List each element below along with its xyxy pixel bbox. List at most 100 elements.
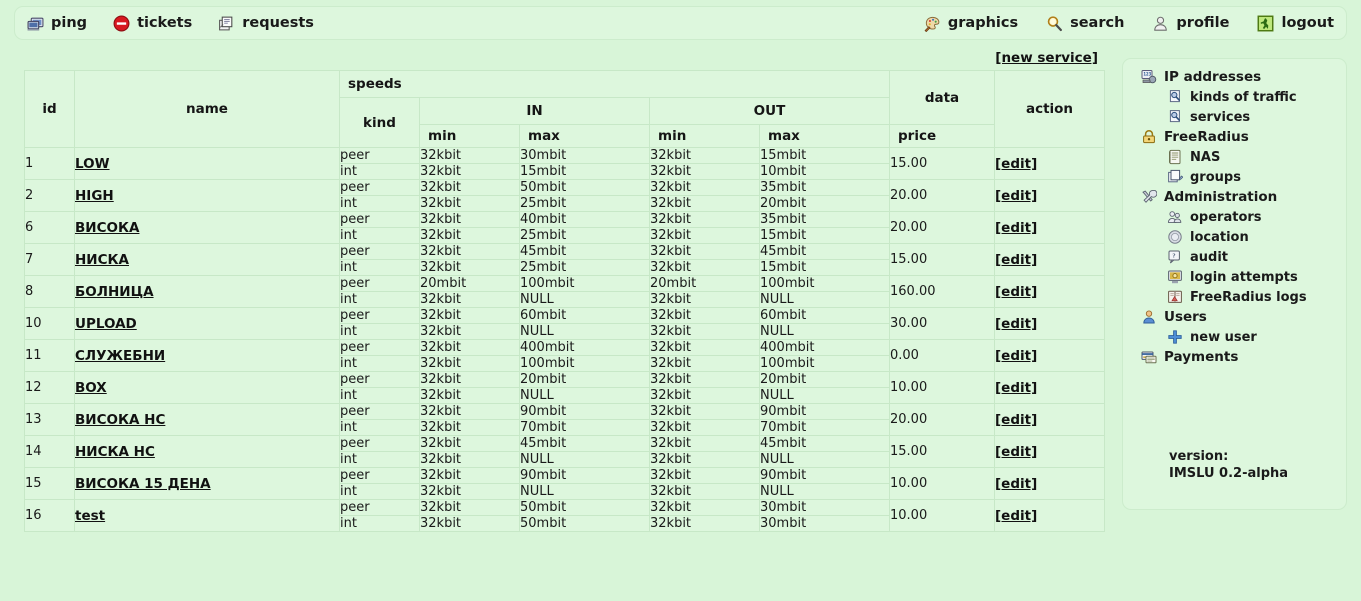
edit-link[interactable]: [edit] xyxy=(995,220,1037,236)
edit-link[interactable]: [edit] xyxy=(995,316,1037,332)
service-name-link[interactable]: test xyxy=(75,508,105,524)
col-header-id[interactable]: id xyxy=(24,70,75,148)
audit-icon: ? xyxy=(1167,249,1183,265)
cell-in-max: NULL xyxy=(519,323,650,340)
sidebar-item-label: Administration xyxy=(1164,189,1278,205)
service-name-link[interactable]: НИСКА xyxy=(75,252,129,268)
person-icon xyxy=(1152,15,1169,32)
sidebar-item-users[interactable]: Users xyxy=(1123,307,1346,327)
sidebar-item-services[interactable]: services xyxy=(1123,107,1346,127)
edit-link[interactable]: [edit] xyxy=(995,188,1037,204)
cell-price: 15.00 xyxy=(889,243,995,276)
service-name-link[interactable]: НИСКА НС xyxy=(75,444,155,460)
sidebar-item-login-attempts[interactable]: login attempts xyxy=(1123,267,1346,287)
cell-name: НИСКА xyxy=(74,243,340,276)
nav-item-graphics-label: graphics xyxy=(947,15,1019,31)
col-header-in-max[interactable]: max xyxy=(519,124,650,148)
edit-link[interactable]: [edit] xyxy=(995,412,1037,428)
sidebar-item-ip-addresses[interactable]: 123 IP addresses xyxy=(1123,67,1346,87)
edit-link[interactable]: [edit] xyxy=(995,156,1037,172)
cell-out-min: 32kbit xyxy=(649,355,760,372)
magnifier-icon xyxy=(1046,15,1063,32)
sidebar-item-administration[interactable]: Administration xyxy=(1123,187,1346,207)
nav-item-ping[interactable]: ping xyxy=(27,15,87,32)
table-row: 13 ВИСОКА НС peer 32kbit 90mbit 32kbit 90mbit 2… xyxy=(24,403,1105,436)
cell-in-min: 32kbit xyxy=(419,435,520,452)
cell-action: [edit] xyxy=(994,499,1105,532)
nav-item-requests[interactable]: requests xyxy=(218,15,314,32)
cell-out-max: 30mbit xyxy=(759,515,890,532)
cell-kind: peer xyxy=(339,275,420,292)
sidebar-item-nas[interactable]: NAS xyxy=(1123,147,1346,167)
sidebar-item-audit[interactable]: ? audit xyxy=(1123,247,1346,267)
col-header-price[interactable]: price xyxy=(889,124,995,148)
ip-addresses-icon: 123 xyxy=(1141,69,1157,85)
service-name-link[interactable]: BOX xyxy=(75,380,107,396)
sidebar-item-operators[interactable]: operators xyxy=(1123,207,1346,227)
cell-in-min: 32kbit xyxy=(419,419,520,436)
nav-item-tickets[interactable]: tickets xyxy=(113,15,192,32)
cell-kind: peer xyxy=(339,211,420,228)
svg-text:?: ? xyxy=(1172,252,1175,259)
col-header-out-min[interactable]: min xyxy=(649,124,760,148)
cell-out-min: 32kbit xyxy=(649,515,760,532)
cell-in-min: 32kbit xyxy=(419,451,520,468)
edit-link[interactable]: [edit] xyxy=(995,252,1037,268)
service-name-link[interactable]: ВИСОКА xyxy=(75,220,139,236)
sidebar-item-freeradius-logs[interactable]: FreeRadius logs xyxy=(1123,287,1346,307)
tools-icon xyxy=(1141,189,1158,205)
login-attempts-icon xyxy=(1167,269,1183,285)
edit-link[interactable]: [edit] xyxy=(995,476,1037,492)
cell-out-min: 32kbit xyxy=(649,243,760,260)
cell-kind: peer xyxy=(339,403,420,420)
sidebar-item-kinds-of-traffic[interactable]: kinds of traffic xyxy=(1123,87,1346,107)
edit-link[interactable]: [edit] xyxy=(995,348,1037,364)
cell-out-min: 32kbit xyxy=(649,323,760,340)
col-header-in-min[interactable]: min xyxy=(419,124,520,148)
col-header-data: data xyxy=(889,70,995,125)
cell-out-min: 32kbit xyxy=(649,483,760,500)
cell-out-min: 32kbit xyxy=(649,163,760,180)
nav-item-search[interactable]: search xyxy=(1046,15,1124,32)
service-name-link[interactable]: ВИСОКА НС xyxy=(75,412,165,428)
sidebar-item-payments[interactable]: Payments xyxy=(1123,347,1346,367)
service-name-link[interactable]: БОЛНИЦА xyxy=(75,284,154,300)
table-row: 6 ВИСОКА peer 32kbit 40mbit 32kbit 35mbit 20.00… xyxy=(24,211,1105,244)
cell-price: 20.00 xyxy=(889,179,995,212)
cell-out-min: 32kbit xyxy=(649,403,760,420)
cell-id: 10 xyxy=(24,307,75,340)
edit-link[interactable]: [edit] xyxy=(995,444,1037,460)
col-header-name[interactable]: name xyxy=(74,70,340,148)
sidebar-item-label: NAS xyxy=(1190,149,1221,165)
col-header-kind[interactable]: kind xyxy=(339,97,420,148)
service-name-link[interactable]: LOW xyxy=(75,156,110,172)
sidebar-item-new-user[interactable]: new user xyxy=(1123,327,1346,347)
service-name-link[interactable]: СЛУЖЕБНИ xyxy=(75,348,165,364)
nav-item-graphics[interactable]: graphics xyxy=(924,15,1018,32)
col-header-out-max[interactable]: max xyxy=(759,124,890,148)
edit-link[interactable]: [edit] xyxy=(995,284,1037,300)
sidebar-item-location[interactable]: location xyxy=(1123,227,1346,247)
service-name-link[interactable]: HIGH xyxy=(75,188,114,204)
col-header-out: OUT xyxy=(649,97,890,125)
nav-item-profile[interactable]: profile xyxy=(1152,15,1229,32)
cell-out-min: 32kbit xyxy=(649,451,760,468)
cell-id: 7 xyxy=(24,243,75,276)
cell-in-max: 40mbit xyxy=(519,211,650,228)
cell-in-min: 32kbit xyxy=(419,323,520,340)
cell-out-max: 15mbit xyxy=(759,259,890,276)
cell-name: БОЛНИЦА xyxy=(74,275,340,308)
edit-link[interactable]: [edit] xyxy=(995,508,1037,524)
new-service-row: [new service] xyxy=(24,48,1104,70)
sidebar-item-freeradius[interactable]: FreeRadius xyxy=(1123,127,1346,147)
service-name-link[interactable]: ВИСОКА 15 ДЕНА xyxy=(75,476,211,492)
sidebar-item-groups[interactable]: groups xyxy=(1123,167,1346,187)
nav-item-logout[interactable]: logout xyxy=(1257,15,1334,32)
service-name-link[interactable]: UPLOAD xyxy=(75,316,137,332)
cell-name: UPLOAD xyxy=(74,307,340,340)
cell-out-max: NULL xyxy=(759,291,890,308)
cell-in-max: 25mbit xyxy=(519,195,650,212)
cell-in-max: 100mbit xyxy=(519,275,650,292)
edit-link[interactable]: [edit] xyxy=(995,380,1037,396)
new-service-link[interactable]: [new service] xyxy=(995,50,1098,66)
